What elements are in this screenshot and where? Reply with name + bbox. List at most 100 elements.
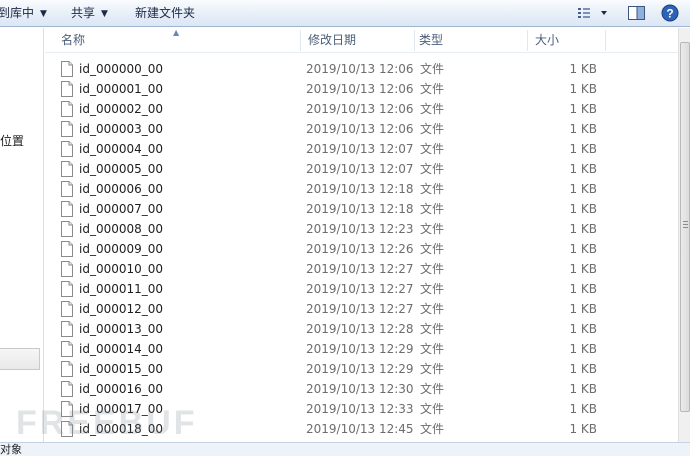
scrollbar-thumb[interactable] xyxy=(680,42,690,412)
file-size: 1 KB xyxy=(569,302,597,316)
table-row[interactable]: id_000013_00 2019/10/13 12:28 文件 1 KB xyxy=(45,319,678,339)
file-date: 2019/10/13 12:27 xyxy=(306,302,414,316)
file-name: id_000002_00 xyxy=(79,102,164,116)
file-date: 2019/10/13 12:33 xyxy=(306,402,414,416)
file-size: 1 KB xyxy=(569,282,597,296)
file-date: 2019/10/13 12:27 xyxy=(306,282,414,296)
nav-partial-label[interactable]: 位置 xyxy=(0,132,24,149)
table-row[interactable]: id_000008_00 2019/10/13 12:23 文件 1 KB xyxy=(45,219,678,239)
watermark-logo: FREEBUF xyxy=(16,404,198,442)
navigation-pane: 位置 xyxy=(0,28,44,442)
file-type: 文件 xyxy=(420,222,445,236)
file-icon xyxy=(60,101,74,117)
table-row[interactable]: id_000015_00 2019/10/13 12:29 文件 1 KB xyxy=(45,359,678,379)
file-size: 1 KB xyxy=(569,122,597,136)
file-size: 1 KB xyxy=(569,142,597,156)
table-row[interactable]: id_000009_00 2019/10/13 12:26 文件 1 KB xyxy=(45,239,678,259)
file-date: 2019/10/13 12:07 xyxy=(306,142,414,156)
table-row[interactable]: id_000011_00 2019/10/13 12:27 文件 1 KB xyxy=(45,279,678,299)
table-row[interactable]: id_000014_00 2019/10/13 12:29 文件 1 KB xyxy=(45,339,678,359)
file-type: 文件 xyxy=(420,402,445,416)
include-in-library-button[interactable]: 到库中 ▼ xyxy=(0,0,47,26)
file-icon xyxy=(60,241,74,257)
file-type: 文件 xyxy=(420,342,445,356)
table-row[interactable]: id_000001_00 2019/10/13 12:06 文件 1 KB xyxy=(45,79,678,99)
file-type: 文件 xyxy=(420,82,445,96)
file-icon xyxy=(60,301,74,317)
file-name: id_000015_00 xyxy=(79,362,164,376)
status-bar: 对象 xyxy=(0,442,690,456)
file-date: 2019/10/13 12:06 xyxy=(306,102,414,116)
file-type: 文件 xyxy=(420,242,445,256)
table-row[interactable]: id_000002_00 2019/10/13 12:06 文件 1 KB xyxy=(45,99,678,119)
table-row[interactable]: id_000000_00 2019/10/13 12:06 文件 1 KB xyxy=(45,59,678,79)
file-icon xyxy=(60,141,74,157)
table-row[interactable]: id_000005_00 2019/10/13 12:07 文件 1 KB xyxy=(45,159,678,179)
chevron-down-icon: ▼ xyxy=(101,9,108,19)
svg-text:?: ? xyxy=(666,7,673,21)
file-name: id_000001_00 xyxy=(79,82,164,96)
file-size: 1 KB xyxy=(569,182,597,196)
table-row[interactable]: id_000006_00 2019/10/13 12:18 文件 1 KB xyxy=(45,179,678,199)
table-row[interactable]: id_000003_00 2019/10/13 12:06 文件 1 KB xyxy=(45,119,678,139)
chevron-down-icon: ▼ xyxy=(40,9,47,19)
column-header-date[interactable]: 修改日期 xyxy=(300,28,414,53)
file-size: 1 KB xyxy=(569,82,597,96)
file-icon xyxy=(60,161,74,177)
preview-pane-button[interactable] xyxy=(626,3,648,23)
file-size: 1 KB xyxy=(569,62,597,76)
file-name: id_000011_00 xyxy=(79,282,164,296)
share-button[interactable]: 共享 ▼ xyxy=(71,0,108,26)
file-size: 1 KB xyxy=(569,402,597,416)
new-folder-button[interactable]: 新建文件夹 xyxy=(135,0,195,26)
file-date: 2019/10/13 12:29 xyxy=(306,342,414,356)
table-row[interactable]: id_000004_00 2019/10/13 12:07 文件 1 KB xyxy=(45,139,678,159)
view-options-icon xyxy=(578,8,607,18)
file-icon xyxy=(60,341,74,357)
file-type: 文件 xyxy=(420,62,445,76)
include-in-library-label: 到库中 xyxy=(0,6,35,20)
file-name: id_000005_00 xyxy=(79,162,164,176)
file-date: 2019/10/13 12:18 xyxy=(306,182,414,196)
file-type: 文件 xyxy=(420,202,445,216)
file-icon xyxy=(60,81,74,97)
file-name: id_000012_00 xyxy=(79,302,164,316)
status-item-count: 对象 xyxy=(0,443,22,456)
file-name: id_000000_00 xyxy=(79,62,164,76)
file-date: 2019/10/13 12:07 xyxy=(306,162,414,176)
grip-line xyxy=(683,224,688,225)
column-header-name[interactable]: 名称 xyxy=(53,28,300,53)
file-date: 2019/10/13 12:18 xyxy=(306,202,414,216)
grip-line xyxy=(683,221,688,222)
file-name: id_000013_00 xyxy=(79,322,164,336)
file-icon xyxy=(60,281,74,297)
nav-selected-item[interactable] xyxy=(0,348,40,370)
file-date: 2019/10/13 12:30 xyxy=(306,382,414,396)
file-size: 1 KB xyxy=(569,262,597,276)
file-type: 文件 xyxy=(420,382,445,396)
file-type: 文件 xyxy=(420,142,445,156)
file-name: id_000010_00 xyxy=(79,262,164,276)
file-name: id_000006_00 xyxy=(79,182,164,196)
table-row[interactable]: id_000007_00 2019/10/13 12:18 文件 1 KB xyxy=(45,199,678,219)
file-size: 1 KB xyxy=(569,242,597,256)
vertical-scrollbar[interactable] xyxy=(678,28,690,442)
table-row[interactable]: id_000012_00 2019/10/13 12:27 文件 1 KB xyxy=(45,299,678,319)
table-row[interactable]: id_000010_00 2019/10/13 12:27 文件 1 KB xyxy=(45,259,678,279)
column-header-type[interactable]: 类型 xyxy=(411,28,525,53)
file-icon xyxy=(60,361,74,377)
view-options-button[interactable] xyxy=(574,3,614,23)
column-header-size[interactable]: 大小 xyxy=(527,28,605,53)
help-icon: ? xyxy=(661,4,679,22)
file-date: 2019/10/13 12:29 xyxy=(306,362,414,376)
file-size: 1 KB xyxy=(569,362,597,376)
file-name: id_000016_00 xyxy=(79,382,164,396)
table-row[interactable]: id_000016_00 2019/10/13 12:30 文件 1 KB xyxy=(45,379,678,399)
file-icon xyxy=(60,181,74,197)
column-divider[interactable] xyxy=(605,30,606,51)
grip-line xyxy=(683,227,688,228)
file-size: 1 KB xyxy=(569,162,597,176)
file-size: 1 KB xyxy=(569,322,597,336)
help-button[interactable]: ? xyxy=(660,3,682,23)
file-name: id_000009_00 xyxy=(79,242,164,256)
